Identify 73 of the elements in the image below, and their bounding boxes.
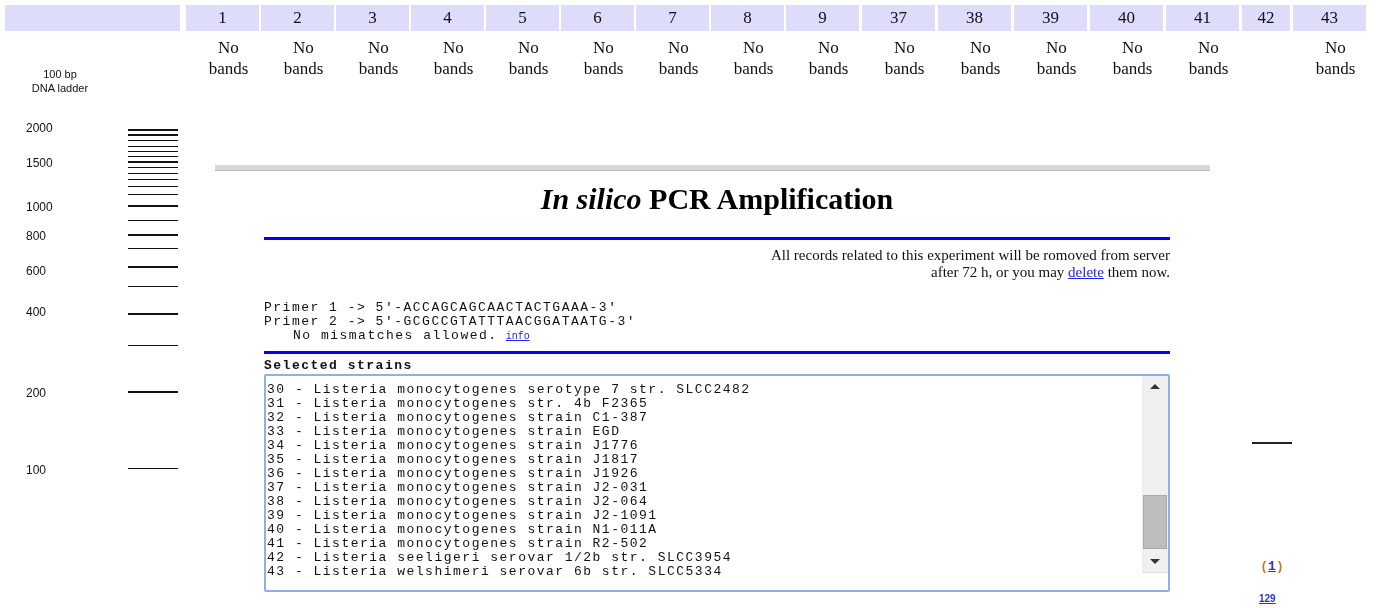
- lane-number: 8: [711, 5, 784, 31]
- band-size-link[interactable]: 129: [1259, 591, 1276, 606]
- lane-result: No bands: [508, 37, 549, 79]
- lane-number: 9: [786, 5, 859, 31]
- ladder-size-label: 1000: [26, 200, 53, 214]
- ladder-size-label: 600: [26, 264, 47, 278]
- lane-number: 5: [486, 5, 559, 31]
- lane-result: No bands: [1315, 37, 1356, 79]
- mismatch-note: No mismatches allowed.: [293, 329, 498, 343]
- strain-row-text: 37 - Listeria monocytogenes strain J2-031: [267, 481, 650, 495]
- lane-result: No bands: [583, 37, 624, 79]
- lane-result: No bands: [658, 37, 699, 79]
- scroll-down-icon[interactable]: [1150, 559, 1160, 564]
- strain-row-text: 31 - Listeria monocytogenes str. 4b F2365: [267, 397, 650, 411]
- strain-row-text: 35 - Listeria monocytogenes strain J1817: [267, 453, 641, 467]
- page-title: In silico PCR Amplification: [539, 181, 895, 217]
- ladder-size-label: 1500: [26, 156, 53, 170]
- strain-row-text: 36 - Listeria monocytogenes strain J1926: [267, 467, 641, 481]
- lane-number: 4: [411, 5, 484, 31]
- strain-row-text: 34 - Listeria monocytogenes strain J1776: [267, 439, 641, 453]
- lane-result: No bands: [1112, 37, 1153, 79]
- strain-row-text: 38 - Listeria monocytogenes strain J2-064: [267, 495, 650, 509]
- lane-result: No bands: [1188, 37, 1229, 79]
- lane-number: 1: [186, 5, 259, 31]
- ladder-label: 100 bp: [42, 67, 78, 81]
- lane-result: No bands: [433, 37, 474, 79]
- lane-result: No bands: [358, 37, 399, 79]
- lane-number: 2: [261, 5, 334, 31]
- lane-number: 40: [1090, 5, 1163, 31]
- scrollbar[interactable]: [1142, 376, 1168, 590]
- ladder-size-label: 100: [26, 463, 47, 477]
- lane-number: 38: [938, 5, 1011, 31]
- band-count-link[interactable]: 1: [1268, 557, 1276, 577]
- ladder-label: DNA ladder: [30, 81, 90, 95]
- lane-result: No bands: [1036, 37, 1077, 79]
- lane-result: No bands: [960, 37, 1001, 79]
- lane-number: 43: [1293, 5, 1366, 31]
- lane-number: 41: [1166, 5, 1239, 31]
- lane-number: 6: [561, 5, 634, 31]
- strain-row-text: 30 - Listeria monocytogenes serotype 7 str. SLCC2482: [267, 383, 752, 397]
- lane-number: 3: [336, 5, 409, 31]
- info-link[interactable]: info: [505, 329, 530, 344]
- lane-result: No bands: [283, 37, 324, 79]
- lane-result: No bands: [884, 37, 925, 79]
- lane-number: 7: [636, 5, 709, 31]
- strain-row-text: 40 - Listeria monocytogenes strain N1-011A: [267, 523, 659, 537]
- lane-result: No bands: [808, 37, 849, 79]
- lane-number: 39: [1014, 5, 1087, 31]
- lane-result: No bands: [733, 37, 774, 79]
- strain-row-text: 41 - Listeria monocytogenes strain R2-502: [267, 537, 650, 551]
- ladder-size-label: 2000: [26, 121, 53, 135]
- strain-row-text: 32 - Listeria monocytogenes strain C1-387: [267, 411, 650, 425]
- strain-row-text: 39 - Listeria monocytogenes strain J2-1091: [267, 509, 659, 523]
- strain-list[interactable]: [264, 374, 1170, 592]
- section-label: Selected strains: [264, 359, 414, 373]
- ladder-size-label: 200: [26, 386, 47, 400]
- ladder-size-label: 800: [26, 229, 47, 243]
- scroll-thumb[interactable]: [1143, 495, 1167, 549]
- dna-band: [1252, 441, 1292, 444]
- notice-text: All records related to this experiment will be romoved from server after 72 h, or you may delete them now.: [769, 247, 1170, 281]
- lane-number: 42: [1242, 5, 1290, 31]
- strain-row-text: 43 - Listeria welshimeri serovar 6b str. SLCC5334: [267, 565, 724, 579]
- delete-link[interactable]: delete: [1068, 264, 1104, 280]
- primer-text: Primer 1 -> 5'-ACCAGCAGCAACTACTGAAA-3': [264, 301, 619, 315]
- band-count: (1): [1248, 557, 1296, 577]
- strain-row-text: 42 - Listeria seeligeri serovar 1/2b str. SLCC3954: [267, 551, 734, 565]
- strain-row-text: 33 - Listeria monocytogenes strain EGD: [267, 425, 622, 439]
- ladder-size-label: 400: [26, 305, 47, 319]
- lane-number: 37: [862, 5, 935, 31]
- primer-text: Primer 2 -> 5'-GCGCCGTATTTAACGGATAATG-3': [264, 315, 638, 329]
- resize-handle-icon[interactable]: [1142, 572, 1168, 590]
- lane-result: No bands: [208, 37, 249, 79]
- scroll-up-icon[interactable]: [1150, 384, 1160, 389]
